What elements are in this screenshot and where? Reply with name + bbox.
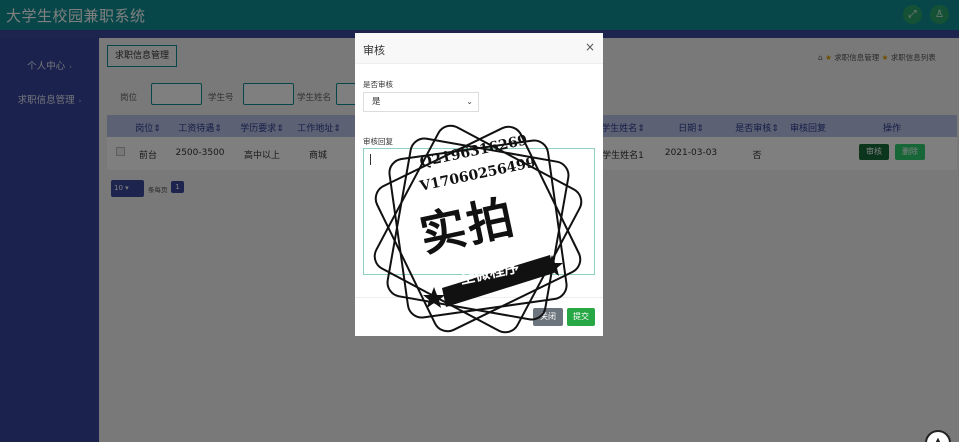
close-icon[interactable]: × [585,40,595,54]
modal-title: 审核 [363,44,385,57]
modal-header: 审核 × [355,33,603,64]
chevron-down-icon: ⌄ [466,97,473,106]
audit-label: 是否审核 [363,80,393,89]
audit-select[interactable]: 是 ⌄ [363,92,479,112]
text-cursor [370,154,371,165]
